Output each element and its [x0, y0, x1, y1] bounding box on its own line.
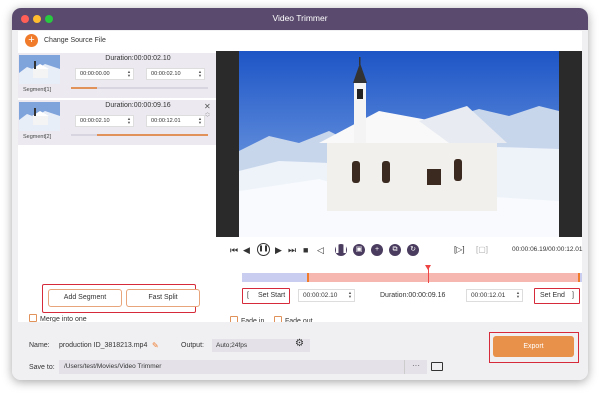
- video-frame: [239, 51, 559, 237]
- window-title: Video Trimmer: [272, 13, 328, 23]
- trim-duration: Duration:00:00:09.16: [380, 292, 446, 299]
- time-stepper-icon[interactable]: ▲ ▼: [198, 117, 202, 125]
- reset-icon[interactable]: ↻: [407, 244, 419, 256]
- trim-controls: [ Set Start 00:00:02.10 ▲ ▼ Duration:00:00…: [242, 288, 582, 304]
- playhead-line[interactable]: [427, 267, 429, 283]
- segment-end-value: 00:00:12.01: [151, 118, 181, 124]
- trim-start-value: 00:00:02.10: [303, 292, 338, 299]
- duplicate-icon[interactable]: ⧉: [389, 244, 401, 256]
- mark-in-icon[interactable]: [▷]: [454, 244, 465, 256]
- segment-progress-track: [71, 87, 208, 89]
- folder-icon[interactable]: [431, 362, 443, 371]
- skip-to-end-icon[interactable]: ⏭: [288, 244, 296, 256]
- bracket-right-icon: ]: [572, 292, 574, 299]
- trim-end-field[interactable]: 00:00:12.01 ▲ ▼: [466, 289, 523, 302]
- skip-to-start-icon[interactable]: ⏮: [230, 244, 238, 256]
- segment-thumbnail: [19, 102, 60, 131]
- app-window: Video Trimmer + Change Source File Segme…: [12, 8, 588, 380]
- export-button[interactable]: Export: [493, 336, 574, 357]
- set-end-button[interactable]: Set End: [540, 292, 565, 299]
- copy-icon[interactable]: ▣: [353, 244, 365, 256]
- next-frame-icon[interactable]: ▶: [275, 244, 282, 256]
- set-start-group: [ Set Start: [242, 288, 290, 304]
- volume-icon[interactable]: ◁: [317, 244, 324, 256]
- segment-start-time[interactable]: 00:00:02.10 ▲ ▼: [75, 115, 134, 127]
- pencil-icon[interactable]: ✎: [152, 341, 159, 350]
- segment-start-value: 00:00:02.10: [80, 118, 110, 124]
- export-group: Export: [489, 332, 579, 363]
- trim-timeline[interactable]: [242, 265, 582, 283]
- segments-panel: Segment[1] Duration:00:00:02.10 00:00:00…: [18, 51, 216, 322]
- source-bar: + Change Source File: [18, 31, 582, 51]
- output-bar: Name: production ID_3818213.mp4 ✎ Output…: [12, 322, 588, 380]
- time-stepper-icon[interactable]: ▲ ▼: [127, 117, 131, 125]
- set-start-button[interactable]: Set Start: [258, 292, 285, 299]
- playback-controls: ⏮ ◀ ❚❚ ▶ ⏭ ■ ◁ ▌▐ ▣ + ⧉ ↻ [▷] [▢] 00:00:…: [230, 243, 584, 258]
- segment-start-value: 00:00:00.00: [80, 71, 110, 77]
- time-stepper-icon[interactable]: ▲ ▼: [198, 70, 202, 78]
- add-segment-button[interactable]: Add Segment: [48, 289, 122, 307]
- video-preview[interactable]: [216, 51, 582, 237]
- segment-start-time[interactable]: 00:00:00.00 ▲ ▼: [75, 68, 134, 80]
- output-label: Output:: [181, 342, 204, 349]
- save-to-label: Save to:: [29, 364, 55, 371]
- segment-progress-fill: [71, 87, 98, 89]
- save-path-field[interactable]: /Users/test/Movies/Video Trimmer: [59, 360, 404, 374]
- segment-item[interactable]: Segment[1] Duration:00:00:02.10 00:00:00…: [18, 53, 216, 98]
- bracket-left-icon: [: [247, 292, 249, 299]
- previous-frame-icon[interactable]: ◀: [243, 244, 250, 256]
- browse-button[interactable]: ···: [404, 360, 427, 374]
- file-name: production ID_3818213.mp4: [59, 342, 148, 349]
- segment-end-value: 00:00:02.10: [151, 71, 181, 77]
- segment-item[interactable]: Segment[2] Duration:00:00:09.16 00:00:02…: [18, 100, 216, 145]
- segment-progress-track: [71, 134, 208, 136]
- segment-reorder-icon[interactable]: ︿ ﹀: [205, 111, 210, 121]
- pause-button[interactable]: ❚❚: [257, 243, 270, 256]
- split-icon[interactable]: ▌▐: [335, 244, 347, 256]
- segment-thumbnail: [19, 55, 60, 84]
- time-stepper-icon[interactable]: ▲ ▼: [127, 70, 131, 78]
- title-bar: Video Trimmer: [12, 8, 588, 30]
- segment-duration: Duration:00:00:09.16: [105, 102, 171, 109]
- time-stepper-icon[interactable]: ▲ ▼: [516, 291, 520, 299]
- plus-circle-icon[interactable]: +: [25, 34, 38, 47]
- name-label: Name:: [29, 342, 50, 349]
- checkbox-box[interactable]: [29, 314, 37, 322]
- trim-selection[interactable]: [306, 273, 580, 282]
- change-source-file-button[interactable]: Change Source File: [44, 37, 106, 44]
- stop-icon[interactable]: ■: [303, 244, 308, 256]
- segment-label: Segment[2]: [23, 134, 52, 140]
- segment-label: Segment[1]: [23, 87, 52, 93]
- time-stepper-icon[interactable]: ▲ ▼: [348, 291, 352, 299]
- gear-icon[interactable]: ⚙: [295, 338, 304, 349]
- segment-end-time[interactable]: 00:00:12.01 ▲ ▼: [146, 115, 205, 127]
- fast-split-button[interactable]: Fast Split: [126, 289, 200, 307]
- segment-buttons-group: Add Segment Fast Split: [42, 284, 200, 313]
- segment-progress-fill: [97, 134, 208, 136]
- segment-end-time[interactable]: 00:00:02.10 ▲ ▼: [146, 68, 205, 80]
- playback-timecode: 00:00:06.19/00:00:12.01: [512, 246, 583, 253]
- add-icon[interactable]: +: [371, 244, 383, 256]
- trim-start-field[interactable]: 00:00:02.10 ▲ ▼: [298, 289, 355, 302]
- trim-end-value: 00:00:12.01: [471, 292, 506, 299]
- set-end-group: Set End ]: [534, 288, 580, 304]
- segment-duration: Duration:00:00:02.10: [105, 55, 171, 62]
- mark-out-icon[interactable]: [▢]: [476, 244, 488, 256]
